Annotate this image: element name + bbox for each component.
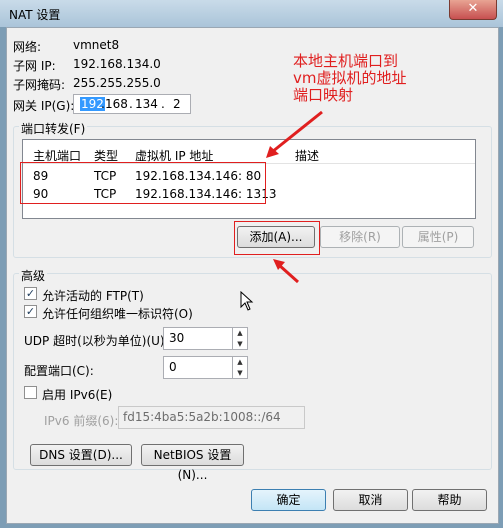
arrow-to-add-button-icon <box>273 259 300 284</box>
annotation-arrows <box>266 110 323 284</box>
arrow-to-rows-icon <box>266 110 323 158</box>
